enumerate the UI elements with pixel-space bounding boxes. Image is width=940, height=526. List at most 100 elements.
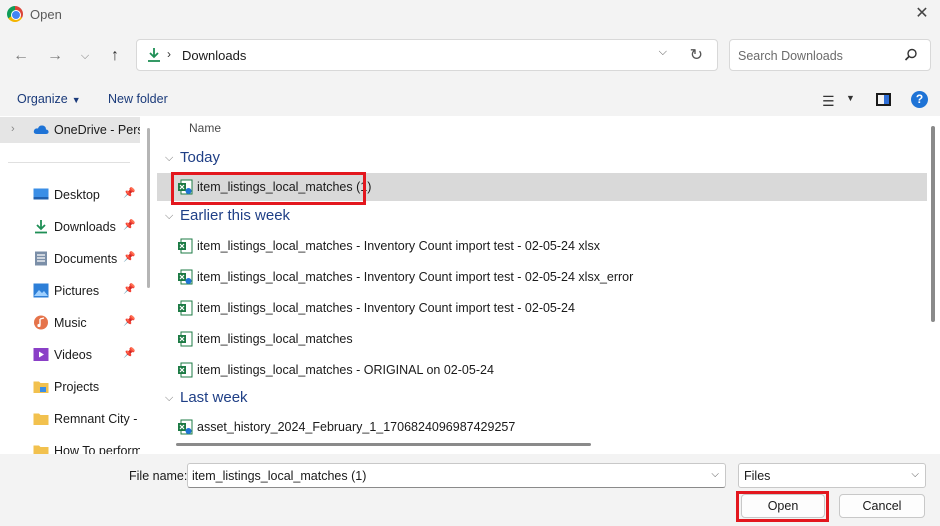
file-row[interactable]: item_listings_local_matches — [157, 325, 927, 353]
command-toolbar: Organize ▼ New folder ☰ ▼ ? — [0, 84, 940, 116]
download-icon — [35, 220, 47, 234]
sidebar-item-pictures[interactable]: Pictures 📌 — [0, 278, 140, 304]
sidebar-item-videos[interactable]: Videos 📌 — [0, 342, 140, 368]
expand-chevron-icon[interactable]: › — [11, 123, 15, 135]
file-row[interactable]: item_listings_local_matches - Inventory … — [157, 232, 927, 260]
group-label: Last week — [180, 389, 248, 406]
download-icon — [148, 48, 160, 62]
excel-file-icon — [178, 238, 193, 254]
file-list-horizontal-scrollbar[interactable] — [176, 443, 591, 446]
navigation-bar: ← → ⌵ ↑ › Downloads ⌵ ↻ Search Downloads — [0, 28, 940, 84]
navigation-pane: › OneDrive - Perso Desktop 📌 Downloads 📌… — [0, 116, 140, 454]
address-dropdown-icon[interactable]: ⌵ — [659, 46, 667, 59]
sidebar-item-desktop[interactable]: Desktop 📌 — [0, 182, 140, 208]
cancel-button[interactable]: Cancel — [839, 494, 925, 518]
excel-file-sync-icon — [178, 419, 193, 435]
chevron-down-icon[interactable]: ⌵ — [711, 469, 719, 480]
file-list: Name ⌵ Today item_listings_local_matches… — [157, 116, 929, 454]
recent-locations-chevron-icon[interactable]: ⌵ — [74, 45, 96, 67]
dialog-title: Open — [30, 7, 62, 22]
help-icon[interactable]: ? — [911, 91, 928, 108]
pin-icon: 📌 — [123, 348, 136, 359]
new-folder-button[interactable]: New folder — [108, 92, 168, 106]
group-label: Today — [180, 149, 221, 166]
file-name-value: item_listings_local_matches (1) — [192, 469, 367, 483]
sidebar-item-label: Desktop — [54, 188, 100, 202]
file-type-value: Files — [744, 469, 771, 483]
sidebar-scrollbar[interactable] — [147, 128, 150, 288]
group-collapse-chevron-icon: ⌵ — [165, 210, 174, 222]
excel-file-icon — [178, 362, 193, 378]
refresh-icon[interactable]: ↻ — [690, 45, 703, 65]
sidebar-item-downloads[interactable]: Downloads 📌 — [0, 214, 140, 240]
group-header-earlier-this-week[interactable]: ⌵ Earlier this week — [157, 205, 927, 229]
view-caret-down-icon[interactable]: ▼ — [846, 93, 855, 103]
sidebar-item-label: Downloads — [54, 220, 116, 234]
back-arrow-icon[interactable]: ← — [10, 45, 32, 67]
forward-arrow-icon[interactable]: → — [44, 45, 66, 67]
close-icon[interactable]: ✕ — [912, 4, 932, 24]
onedrive-cloud-icon — [33, 125, 49, 134]
group-label: Earlier this week — [180, 207, 291, 224]
sidebar-item-how-to-perform[interactable]: How To perform — [0, 438, 140, 454]
open-button-highlight-box — [736, 491, 829, 522]
group-collapse-chevron-icon: ⌵ — [165, 152, 174, 164]
breadcrumb-downloads[interactable]: Downloads — [182, 48, 246, 63]
sidebar-item-label: Remnant City - ( — [54, 412, 140, 426]
up-arrow-icon[interactable]: ↑ — [104, 45, 126, 67]
search-icon — [904, 48, 917, 61]
file-row[interactable]: asset_history_2024_February_1_1706824096… — [157, 413, 927, 441]
sidebar-item-remnant-city[interactable]: Remnant City - ( — [0, 406, 140, 432]
pin-icon: 📌 — [123, 284, 136, 295]
sidebar-item-label: OneDrive - Perso — [54, 123, 140, 137]
pin-icon: 📌 — [123, 316, 136, 327]
group-header-last-week[interactable]: ⌵ Last week — [157, 387, 927, 411]
preview-pane-icon[interactable] — [876, 93, 891, 106]
excel-file-sync-icon — [178, 269, 193, 285]
desktop-icon — [33, 188, 49, 200]
sidebar-item-label: Documents — [54, 252, 118, 266]
file-name: item_listings_local_matches - Inventory … — [197, 301, 575, 315]
file-list-vertical-scrollbar[interactable] — [931, 126, 935, 322]
file-row[interactable]: item_listings_local_matches - ORIGINAL o… — [157, 356, 927, 384]
sidebar-item-label: Music — [54, 316, 87, 330]
group-collapse-chevron-icon: ⌵ — [165, 392, 174, 404]
file-name: item_listings_local_matches - Inventory … — [197, 239, 600, 253]
column-header-name[interactable]: Name — [189, 121, 221, 135]
selected-file-highlight-box — [171, 172, 366, 205]
sidebar-item-documents[interactable]: Documents 📌 — [0, 246, 140, 272]
address-bar[interactable]: › Downloads ⌵ ↻ — [136, 39, 718, 71]
file-name: asset_history_2024_February_1_1706824096… — [197, 420, 516, 434]
title-bar: Open ✕ — [0, 0, 940, 28]
sidebar-item-label: Projects — [54, 380, 100, 394]
organize-button[interactable]: Organize ▼ — [17, 92, 81, 106]
file-name-label: File name: — [129, 469, 188, 483]
sidebar-item-music[interactable]: Music 📌 — [0, 310, 140, 336]
chevron-down-icon: ⌵ — [911, 469, 919, 480]
sidebar-item-onedrive[interactable]: › OneDrive - Perso — [0, 117, 140, 143]
picture-icon — [33, 283, 49, 298]
search-placeholder: Search Downloads — [738, 49, 843, 63]
search-input[interactable]: Search Downloads — [729, 39, 931, 71]
file-name: item_listings_local_matches - Inventory … — [197, 270, 634, 284]
chrome-icon — [7, 6, 23, 22]
breadcrumb-separator-icon: › — [167, 47, 171, 61]
folder-icon — [33, 445, 49, 454]
file-type-select[interactable]: Files ⌵ — [738, 463, 926, 488]
file-name-panel: File name: item_listings_local_matches (… — [0, 454, 940, 526]
organize-label: Organize — [17, 92, 68, 106]
file-row[interactable]: item_listings_local_matches - Inventory … — [157, 263, 927, 291]
pin-icon: 📌 — [123, 252, 136, 263]
sidebar-item-label: Pictures — [54, 284, 100, 298]
sidebar-divider — [8, 162, 130, 163]
sidebar-item-label: Videos — [54, 348, 92, 362]
music-icon — [34, 315, 48, 330]
file-row[interactable]: item_listings_local_matches - Inventory … — [157, 294, 927, 322]
file-name-field[interactable]: item_listings_local_matches (1) ⌵ — [187, 463, 726, 488]
view-options-icon[interactable]: ☰ — [822, 93, 835, 110]
sidebar-item-label: How To perform — [54, 444, 140, 454]
group-header-today[interactable]: ⌵ Today — [157, 147, 927, 171]
sidebar-item-projects[interactable]: Projects — [0, 374, 140, 400]
pin-icon: 📌 — [123, 220, 136, 231]
excel-file-icon — [178, 300, 193, 316]
